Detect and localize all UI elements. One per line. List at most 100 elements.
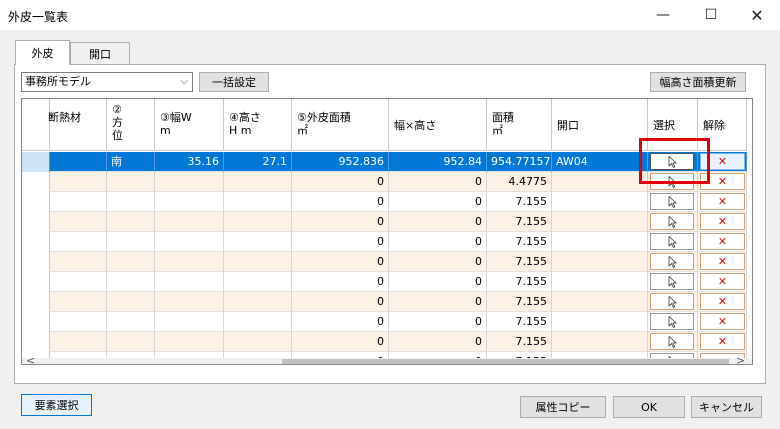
col-select[interactable]: 選択: [648, 99, 698, 151]
cell-w-x-h[interactable]: 0: [389, 252, 487, 272]
cell-opening[interactable]: [552, 312, 648, 332]
cell-area[interactable]: 954.771574: [487, 152, 552, 172]
select-pick-button[interactable]: [650, 273, 694, 290]
remove-button[interactable]: ✕: [700, 293, 745, 310]
cell-width[interactable]: [155, 312, 224, 332]
cell-width[interactable]: [155, 272, 224, 292]
cell-direction[interactable]: [107, 332, 155, 352]
cell-height[interactable]: [224, 172, 292, 192]
cell-direction[interactable]: [107, 252, 155, 272]
col-area[interactable]: 面積 ㎡: [487, 99, 552, 151]
table-row[interactable]: 007.155✕: [22, 212, 747, 232]
cell-height[interactable]: [224, 252, 292, 272]
cell-width[interactable]: [155, 192, 224, 212]
tab-envelope[interactable]: 外皮: [15, 40, 70, 65]
cell-opening[interactable]: [552, 192, 648, 212]
cell-envelope-area[interactable]: 0: [292, 272, 389, 292]
cell-height[interactable]: [224, 292, 292, 312]
cell-w-x-h[interactable]: 0: [389, 312, 487, 332]
cell-opening[interactable]: [552, 292, 648, 312]
col-height[interactable]: ④高さ H m: [224, 99, 292, 151]
close-button[interactable]: ✕: [734, 0, 780, 30]
cell-area[interactable]: 7.155: [487, 232, 552, 252]
cell-width[interactable]: [155, 292, 224, 312]
cell-direction[interactable]: 南: [107, 152, 155, 172]
maximize-button[interactable]: ☐: [688, 0, 734, 30]
cell-area[interactable]: 7.155: [487, 332, 552, 352]
horizontal-scrollbar[interactable]: < >: [22, 354, 752, 364]
horizontal-scroll-thumb[interactable]: [282, 359, 729, 364]
col-direction[interactable]: ② 方 位: [107, 99, 155, 151]
scroll-left-icon[interactable]: <: [26, 354, 35, 364]
table-row[interactable]: 007.155✕: [22, 232, 747, 252]
col-opening[interactable]: 開口: [552, 99, 648, 151]
remove-button[interactable]: ✕: [700, 233, 745, 250]
select-pick-button[interactable]: [650, 153, 694, 170]
remove-button[interactable]: ✕: [700, 313, 745, 330]
cell-area[interactable]: 7.155: [487, 252, 552, 272]
cell-envelope-area[interactable]: 0: [292, 192, 389, 212]
cell-opening[interactable]: [552, 232, 648, 252]
select-pick-button[interactable]: [650, 293, 694, 310]
remove-button[interactable]: ✕: [700, 153, 745, 170]
cell-insulation[interactable]: [50, 232, 107, 252]
row-header[interactable]: [22, 172, 50, 192]
cell-w-x-h[interactable]: 0: [389, 172, 487, 192]
remove-button[interactable]: ✕: [700, 273, 745, 290]
remove-button[interactable]: ✕: [700, 173, 745, 190]
cell-direction[interactable]: [107, 312, 155, 332]
row-header[interactable]: [22, 212, 50, 232]
cell-area[interactable]: 7.155: [487, 312, 552, 332]
cell-width[interactable]: 35.16: [155, 152, 224, 172]
cell-direction[interactable]: [107, 212, 155, 232]
cell-height[interactable]: [224, 192, 292, 212]
select-pick-button[interactable]: [650, 313, 694, 330]
cell-insulation[interactable]: [50, 172, 107, 192]
cell-area[interactable]: 7.155: [487, 272, 552, 292]
bulk-setting-button[interactable]: 一括設定: [199, 72, 269, 92]
cell-width[interactable]: [155, 252, 224, 272]
cell-height[interactable]: [224, 212, 292, 232]
row-header[interactable]: [22, 252, 50, 272]
cell-area[interactable]: 7.155: [487, 192, 552, 212]
cell-w-x-h[interactable]: 0: [389, 292, 487, 312]
table-row[interactable]: 007.155✕: [22, 192, 747, 212]
cell-direction[interactable]: [107, 232, 155, 252]
cell-direction[interactable]: [107, 192, 155, 212]
table-row[interactable]: 0 0 4.4775 ✕: [22, 172, 747, 192]
cell-insulation[interactable]: [50, 332, 107, 352]
attribute-copy-button[interactable]: 属性コピー: [520, 396, 606, 418]
table-row[interactable]: 007.155✕: [22, 292, 747, 312]
cell-insulation[interactable]: [50, 192, 107, 212]
row-header[interactable]: [22, 152, 50, 172]
cell-opening[interactable]: [552, 332, 648, 352]
cell-direction[interactable]: [107, 272, 155, 292]
element-select-button[interactable]: 要素選択: [21, 394, 92, 416]
row-header[interactable]: [22, 292, 50, 312]
cell-insulation[interactable]: [50, 312, 107, 332]
cell-direction[interactable]: [107, 172, 155, 192]
scroll-right-icon[interactable]: >: [736, 354, 745, 364]
cell-w-x-h[interactable]: 0: [389, 332, 487, 352]
cell-height[interactable]: [224, 312, 292, 332]
cell-opening[interactable]: [552, 252, 648, 272]
row-header[interactable]: [22, 312, 50, 332]
remove-button[interactable]: ✕: [700, 193, 745, 210]
cell-envelope-area[interactable]: 0: [292, 172, 389, 192]
row-header[interactable]: [22, 232, 50, 252]
table-row[interactable]: 南 35.16 27.1 952.836 952.84 954.771574 AW04 ✕: [22, 152, 747, 172]
table-row[interactable]: 007.155✕: [22, 252, 747, 272]
cell-opening[interactable]: [552, 172, 648, 192]
cell-width[interactable]: [155, 332, 224, 352]
cell-envelope-area[interactable]: 0: [292, 332, 389, 352]
cell-insulation[interactable]: [50, 252, 107, 272]
cancel-button[interactable]: キャンセル: [691, 396, 762, 418]
table-row[interactable]: 007.155✕: [22, 312, 747, 332]
cell-opening[interactable]: [552, 272, 648, 292]
cell-w-x-h[interactable]: 0: [389, 272, 487, 292]
cell-envelope-area[interactable]: 0: [292, 232, 389, 252]
cell-area[interactable]: 7.155: [487, 292, 552, 312]
remove-button[interactable]: ✕: [700, 333, 745, 350]
cell-width[interactable]: [155, 212, 224, 232]
select-pick-button[interactable]: [650, 213, 694, 230]
